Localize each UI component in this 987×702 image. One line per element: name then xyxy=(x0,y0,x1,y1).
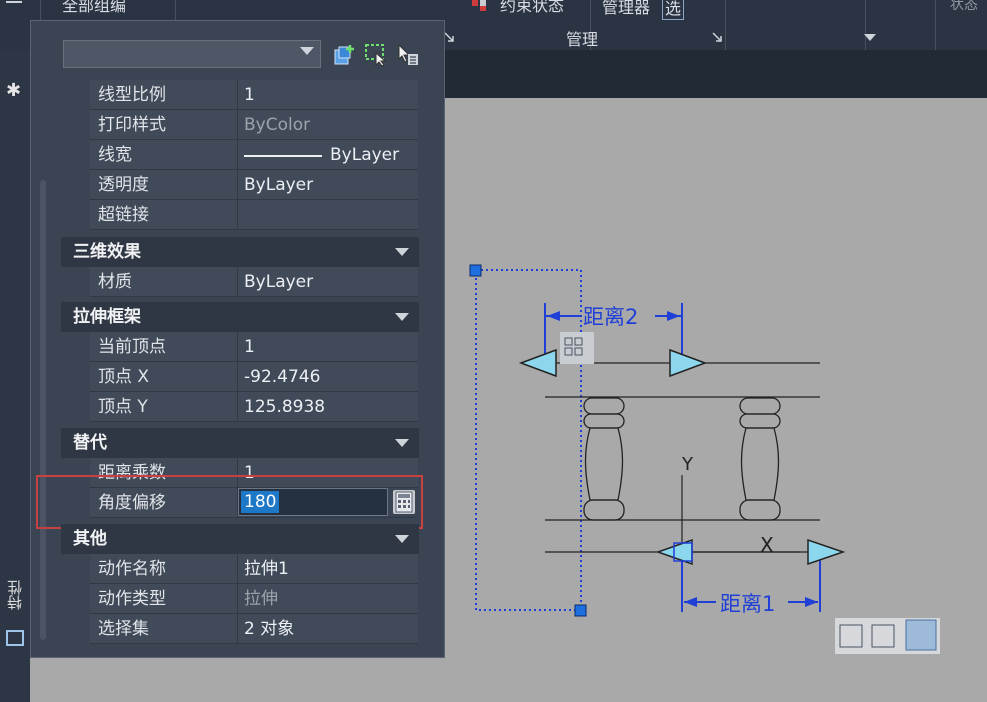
section-3d-effects[interactable]: 三维效果 xyxy=(61,237,419,267)
menu-icon[interactable] xyxy=(6,0,22,6)
property-label: 打印样式 xyxy=(90,110,238,140)
ribbon-tab-status[interactable]: 状态 xyxy=(950,0,978,14)
property-value[interactable]: 2 对象 xyxy=(238,614,418,644)
object-type-select[interactable] xyxy=(63,40,321,68)
property-value[interactable]: -92.4746 xyxy=(238,362,418,392)
property-label: 线型比例 xyxy=(90,80,238,110)
select-objects-icon[interactable] xyxy=(364,43,388,67)
section-title: 拉伸框架 xyxy=(73,307,141,327)
property-row[interactable]: 当前顶点 1 xyxy=(90,332,448,362)
section-stretch-frame[interactable]: 拉伸框架 xyxy=(61,302,419,332)
panel-scrollbar[interactable] xyxy=(40,180,46,640)
property-row[interactable]: 动作名称 拉伸1 xyxy=(90,554,448,584)
property-value[interactable] xyxy=(238,200,418,230)
drawing-svg[interactable]: Y X 距离2 距离1 xyxy=(445,98,987,702)
viewport-header xyxy=(445,50,987,98)
property-row[interactable]: 材质 ByLayer xyxy=(90,267,448,297)
property-value[interactable]: ByColor xyxy=(238,110,418,140)
property-label: 当前顶点 xyxy=(90,332,238,362)
property-label: 动作类型 xyxy=(90,584,238,614)
baluster-left xyxy=(583,397,625,521)
grip-top-left[interactable] xyxy=(469,264,482,277)
property-label: 材质 xyxy=(90,267,238,297)
property-label: 顶点 X xyxy=(90,362,238,392)
ribbon-tab-select[interactable]: 选 xyxy=(662,0,685,20)
constraint-icon xyxy=(472,0,486,11)
property-value[interactable]: 拉伸 xyxy=(238,584,418,614)
section-title: 替代 xyxy=(73,433,107,453)
lineweight-sample xyxy=(244,155,322,157)
section-title: 其他 xyxy=(73,529,107,549)
ribbon-tab-all-edit[interactable]: 全部组编 xyxy=(62,0,126,16)
property-value[interactable]: ByLayer xyxy=(238,267,418,297)
property-value-lineweight[interactable]: ByLayer xyxy=(238,140,418,170)
ribbon-segment xyxy=(865,0,936,50)
property-row[interactable]: 选择集 2 对象 xyxy=(90,614,448,644)
property-label: 线宽 xyxy=(90,140,238,170)
dim-arrowhead xyxy=(805,597,818,607)
chevron-down-icon[interactable] xyxy=(864,34,876,42)
dim-arrowhead xyxy=(547,311,560,321)
property-label: 超链接 xyxy=(90,200,238,230)
property-row[interactable]: 顶点 X -92.4746 xyxy=(90,362,448,392)
dialog-launcher-icon[interactable] xyxy=(444,32,454,42)
property-row[interactable]: 超链接 xyxy=(90,200,448,230)
property-row[interactable]: 打印样式 ByColor xyxy=(90,110,448,140)
property-value[interactable]: 1 xyxy=(238,80,418,110)
baluster-right xyxy=(739,397,781,521)
property-row[interactable]: 线型比例 1 xyxy=(90,80,448,110)
stretch-frame-outline xyxy=(475,269,582,611)
ribbon-tab-constraint-status[interactable]: 约束状态 xyxy=(500,0,564,16)
property-value: ByLayer xyxy=(330,145,400,165)
chevron-down-icon xyxy=(395,535,409,543)
palette-title-vertical: 特性 xyxy=(6,580,24,610)
stretch-grip-arrow[interactable] xyxy=(669,348,708,378)
dim-label-distance1: 距离1 xyxy=(720,592,775,616)
chevron-down-icon xyxy=(395,439,409,447)
property-value[interactable]: 拉伸1 xyxy=(238,554,418,584)
section-title: 三维效果 xyxy=(73,242,141,262)
property-row[interactable]: 顶点 Y 125.8938 xyxy=(90,392,448,422)
section-override[interactable]: 替代 xyxy=(61,428,419,458)
property-value[interactable]: ByLayer xyxy=(238,170,418,200)
chevron-down-icon xyxy=(395,313,409,321)
dialog-launcher-icon[interactable] xyxy=(712,32,722,42)
palette-toggle-icon[interactable] xyxy=(6,630,24,646)
stretch-grip-arrow[interactable] xyxy=(518,348,557,378)
property-label: 选择集 xyxy=(90,614,238,644)
property-label: 透明度 xyxy=(90,170,238,200)
property-row[interactable]: 线宽 ByLayer xyxy=(90,140,448,170)
chevron-down-icon xyxy=(395,248,409,256)
ribbon-segment xyxy=(725,0,866,50)
property-row[interactable]: 动作类型 拉伸 xyxy=(90,584,448,614)
stretch-grip-arrow[interactable] xyxy=(807,538,846,566)
grip-bottom-right[interactable] xyxy=(574,604,587,617)
property-row[interactable]: 透明度 ByLayer xyxy=(90,170,448,200)
palette-side-bar: ✱ 特性 xyxy=(0,50,30,702)
ucs-x-label: X xyxy=(760,533,774,557)
ribbon-tab-manager[interactable]: 管理器 xyxy=(602,0,650,18)
highlight-frame xyxy=(36,475,423,529)
chevron-down-icon xyxy=(300,47,314,55)
gear-icon[interactable]: ✱ xyxy=(6,80,21,101)
property-label: 顶点 Y xyxy=(90,392,238,422)
property-label: 动作名称 xyxy=(90,554,238,584)
dim-arrowhead xyxy=(667,311,680,321)
dim-arrowhead xyxy=(684,597,697,607)
dim-label-distance2: 距离2 xyxy=(583,305,638,329)
ucs-y-label: Y xyxy=(681,454,694,475)
toggle-pickadd-icon[interactable] xyxy=(396,43,420,67)
ribbon-group-manage-label: 管理 xyxy=(566,30,599,49)
property-value[interactable]: 125.8938 xyxy=(238,392,418,422)
section-misc[interactable]: 其他 xyxy=(61,524,419,554)
quick-select-icon[interactable] xyxy=(333,43,357,67)
property-value[interactable]: 1 xyxy=(238,332,418,362)
